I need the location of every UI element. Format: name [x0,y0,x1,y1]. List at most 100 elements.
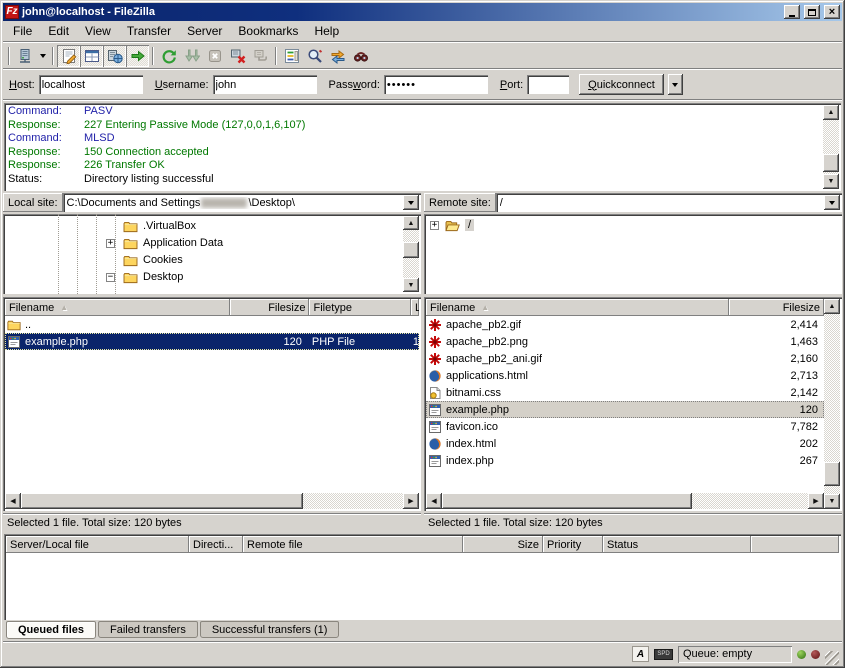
menu-server[interactable]: Server [179,22,230,40]
log-scrollbar[interactable]: ▲ ▼ [823,105,839,189]
process-queue-button[interactable] [180,45,203,67]
remote-list-vscrollbar[interactable]: ▲ ▼ [824,299,840,509]
remote-list-rows: apache_pb2.gif 2,414 apache_pb2.png 1,46… [426,316,824,493]
tree-item-virtualbox[interactable]: .VirtualBox [3,219,403,236]
table-row[interactable]: apache_pb2.png 1,463 [426,333,824,350]
username-input[interactable] [213,75,317,94]
table-row[interactable]: apache_pb2.gif 2,414 [426,316,824,333]
site-manager-button[interactable] [13,45,36,67]
folder-icon [7,318,23,332]
minimize-button[interactable] [784,5,800,19]
local-site-dropdown-button[interactable] [403,195,419,210]
maximize-icon [808,9,816,16]
disconnect-button[interactable] [226,45,249,67]
column-header-remote-file[interactable]: Remote file [243,536,463,553]
scroll-down-button[interactable]: ▼ [824,494,840,509]
tree-expand-toggle[interactable]: + [106,239,115,248]
find-files-button[interactable] [349,45,372,67]
column-header-filename[interactable]: Filename▲ [426,299,729,316]
column-header-filesize[interactable]: Filesize [729,299,824,316]
scroll-thumb[interactable] [442,493,692,509]
tree-expand-toggle[interactable]: + [430,221,439,230]
scroll-thumb[interactable] [21,493,303,509]
local-list-hscrollbar[interactable]: ◀ ▶ [5,493,419,509]
directory-comparison-button[interactable] [303,45,326,67]
scroll-thumb[interactable] [823,154,839,172]
table-row[interactable]: index.php 267 [426,452,824,469]
column-header-status[interactable]: Status [603,536,751,553]
table-row[interactable]: index.html 202 [426,435,824,452]
scroll-right-button[interactable]: ▶ [808,493,824,509]
cancel-operation-button[interactable] [203,45,226,67]
port-input[interactable] [527,75,569,94]
local-directory-tree: .VirtualBox + Application Data Cookies −… [3,214,421,294]
scroll-down-button[interactable]: ▼ [403,278,419,292]
menu-file[interactable]: File [5,22,40,40]
column-header-filesize[interactable]: Filesize [230,299,310,316]
remote-site-combobox[interactable]: / [496,193,842,212]
tab-failed-transfers[interactable]: Failed transfers [98,621,198,638]
menu-help[interactable]: Help [306,22,347,40]
remote-site-dropdown-button[interactable] [824,195,840,210]
toggle-transfer-queue-button[interactable] [126,45,149,67]
table-row[interactable]: applications.html 2,713 [426,367,824,384]
local-site-combobox[interactable]: C:\Documents and Settings\Desktop\ [63,193,421,212]
column-header-lastmodified[interactable]: L [411,299,419,316]
scroll-down-button[interactable]: ▼ [823,174,839,189]
table-row[interactable]: favicon.ico 7,782 [426,418,824,435]
scroll-up-button[interactable]: ▲ [403,216,419,230]
table-row-example-php[interactable]: example.php 120 PHP File 1 [5,333,419,350]
host-input[interactable] [39,75,143,94]
speed-limits-icon[interactable]: SPD [654,649,673,660]
maximize-button[interactable] [804,5,820,19]
column-header-filetype[interactable]: Filetype [309,299,411,316]
table-row[interactable]: apache_pb2_ani.gif 2,160 [426,350,824,367]
column-header-priority[interactable]: Priority [543,536,603,553]
synchronized-browsing-button[interactable] [326,45,349,67]
queue-header: Server/Local file Directi... Remote file… [6,536,839,553]
sort-ascending-icon: ▲ [481,303,489,312]
password-input[interactable] [384,75,488,94]
tab-successful-transfers[interactable]: Successful transfers (1) [200,621,340,638]
data-type-ascii-icon[interactable]: A [632,646,649,662]
scroll-thumb[interactable] [824,462,840,486]
table-row-example-php[interactable]: example.php 120 [426,401,824,418]
scroll-right-button[interactable]: ▶ [403,493,419,509]
scroll-up-button[interactable]: ▲ [823,105,839,120]
reconnect-button[interactable] [249,45,272,67]
tab-queued-files[interactable]: Queued files [6,621,96,639]
remote-list-hscrollbar[interactable]: ◀ ▶ [426,493,824,509]
tree-item-cookies[interactable]: Cookies [3,253,403,270]
scroll-thumb[interactable] [403,242,419,258]
tree-collapse-toggle[interactable]: − [106,273,115,282]
site-manager-dropdown-button[interactable] [36,45,49,67]
directory-listing-filters-button[interactable] [280,45,303,67]
scroll-left-button[interactable]: ◀ [5,493,21,509]
refresh-button[interactable] [157,45,180,67]
resize-grip[interactable] [825,651,839,665]
table-row-parent-dir[interactable]: .. [5,316,419,333]
menu-edit[interactable]: Edit [40,22,77,40]
tree-item-application-data[interactable]: + Application Data [3,236,403,253]
toggle-local-tree-button[interactable] [80,45,103,67]
cancel-icon [207,48,223,64]
toggle-remote-tree-button[interactable] [103,45,126,67]
scroll-left-button[interactable]: ◀ [426,493,442,509]
close-button[interactable]: × [824,5,840,19]
tree-item-root[interactable]: + / [424,218,824,235]
column-header-server-local-file[interactable]: Server/Local file [6,536,189,553]
local-tree-scrollbar[interactable]: ▲ ▼ [403,216,419,292]
column-header-direction[interactable]: Directi... [189,536,243,553]
quickconnect-button[interactable]: Quickconnect [579,74,664,95]
quickconnect-dropdown-button[interactable] [668,74,683,95]
toggle-message-log-button[interactable] [57,45,80,67]
column-header-size[interactable]: Size [463,536,543,553]
local-pane: Local site: C:\Documents and Settings\De… [3,193,421,531]
menu-view[interactable]: View [77,22,119,40]
tree-item-desktop[interactable]: − Desktop [3,270,403,287]
column-header-filename[interactable]: Filename▲ [5,299,230,316]
table-row[interactable]: bitnami.css 2,142 [426,384,824,401]
menu-bookmarks[interactable]: Bookmarks [230,22,306,40]
menu-transfer[interactable]: Transfer [119,22,179,40]
scroll-up-button[interactable]: ▲ [824,299,840,314]
